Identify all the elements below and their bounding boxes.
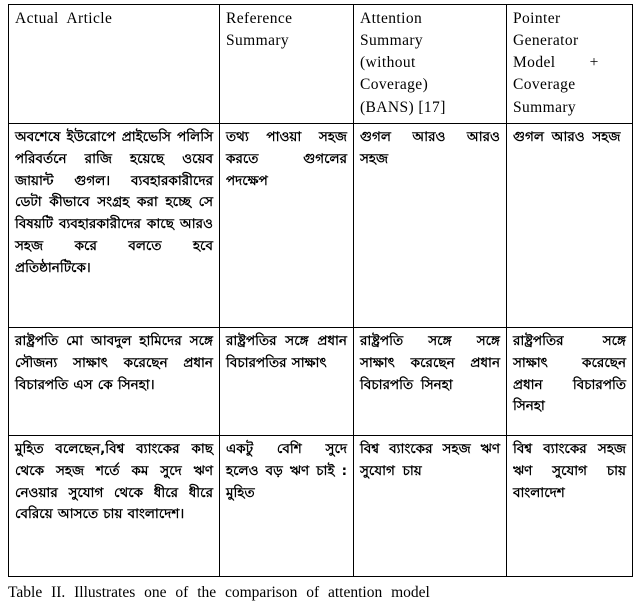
header-line: Pointer <box>513 10 561 27</box>
header-line: Summary <box>513 98 577 116</box>
header-line: Coverage) <box>360 76 429 94</box>
cell-reference-summary: তথ্য পাওয়া সহজ করতে গুগলের পদক্ষেপ <box>219 122 354 328</box>
header-line: (BANS) [17] <box>360 98 446 116</box>
comparison-table-container: Actual Article Reference Summary Attenti… <box>8 4 633 577</box>
table-caption-text: Table II. Illustrates one of the compari… <box>8 584 430 601</box>
table-row: রাষ্ট্রপতি মো আবদুল হামিদের সঙ্গে সৌজন্য… <box>8 326 633 436</box>
cell-actual-article: অবশেষে ইউরোপে প্রাইভেসি পলিসি পরিবর্তনে … <box>8 122 220 328</box>
header-line: Generator <box>513 32 579 50</box>
table-header-row: Actual Article Reference Summary Attenti… <box>8 4 633 124</box>
header-line: Summary <box>360 32 424 50</box>
table-figure-page: Actual Article Reference Summary Attenti… <box>0 0 640 603</box>
cell-attention-summary: রাষ্ট্রপতি সঙ্গে সঙ্গে সাক্ষাৎ করেছেন প্… <box>353 326 507 436</box>
table-row: মুহিত বলেছেন,বিশ্ব ব্যাংকের কাছ থেকে সহজ… <box>8 434 633 577</box>
column-header-reference-summary: Reference Summary <box>219 4 354 124</box>
header-line: Reference <box>226 10 293 27</box>
cell-reference-summary: একটু বেশি সুদে হলেও বড় ঋণ চাই : মুহিত <box>219 434 354 577</box>
cell-attention-summary: গুগল আরও আরও সহজ <box>353 122 507 328</box>
header-line: Coverage <box>513 76 576 94</box>
header-line: (without <box>360 54 416 72</box>
column-header-actual-article: Actual Article <box>8 4 220 124</box>
table-row: অবশেষে ইউরোপে প্রাইভেসি পলিসি পরিবর্তনে … <box>8 122 633 328</box>
header-line: Summary <box>226 32 290 50</box>
cell-actual-article: মুহিত বলেছেন,বিশ্ব ব্যাংকের কাছ থেকে সহজ… <box>8 434 220 577</box>
comparison-table: Actual Article Reference Summary Attenti… <box>8 4 633 577</box>
column-header-attention-summary: Attention Summary (without Coverage) (BA… <box>353 4 507 124</box>
header-line: Attention <box>360 10 423 27</box>
cell-reference-summary: রাষ্ট্রপতির সঙ্গে প্রধান বিচারপতির সাক্ষ… <box>219 326 354 436</box>
header-line: Actual Article <box>15 10 113 27</box>
column-header-pointer-generator-summary: Pointer Generator Model + Coverage Summa… <box>506 4 633 124</box>
cell-actual-article: রাষ্ট্রপতি মো আবদুল হামিদের সঙ্গে সৌজন্য… <box>8 326 220 436</box>
cell-pointer-generator-summary: রাষ্ট্রপতির সঙ্গে সাক্ষাৎ করেছেন প্রধান … <box>506 326 633 436</box>
table-caption: Table II. Illustrates one of the compari… <box>8 583 636 603</box>
cell-pointer-generator-summary: বিশ্ব ব্যাংকের সহজ ঋণ সুযোগ চায় বাংলাদে… <box>506 434 633 577</box>
cell-attention-summary: বিশ্ব ব্যাংকের সহজ ঋণ সুযোগ চায় <box>353 434 507 577</box>
header-line: Model + <box>513 54 599 72</box>
cell-pointer-generator-summary: গুগল আরও সহজ <box>506 122 633 328</box>
